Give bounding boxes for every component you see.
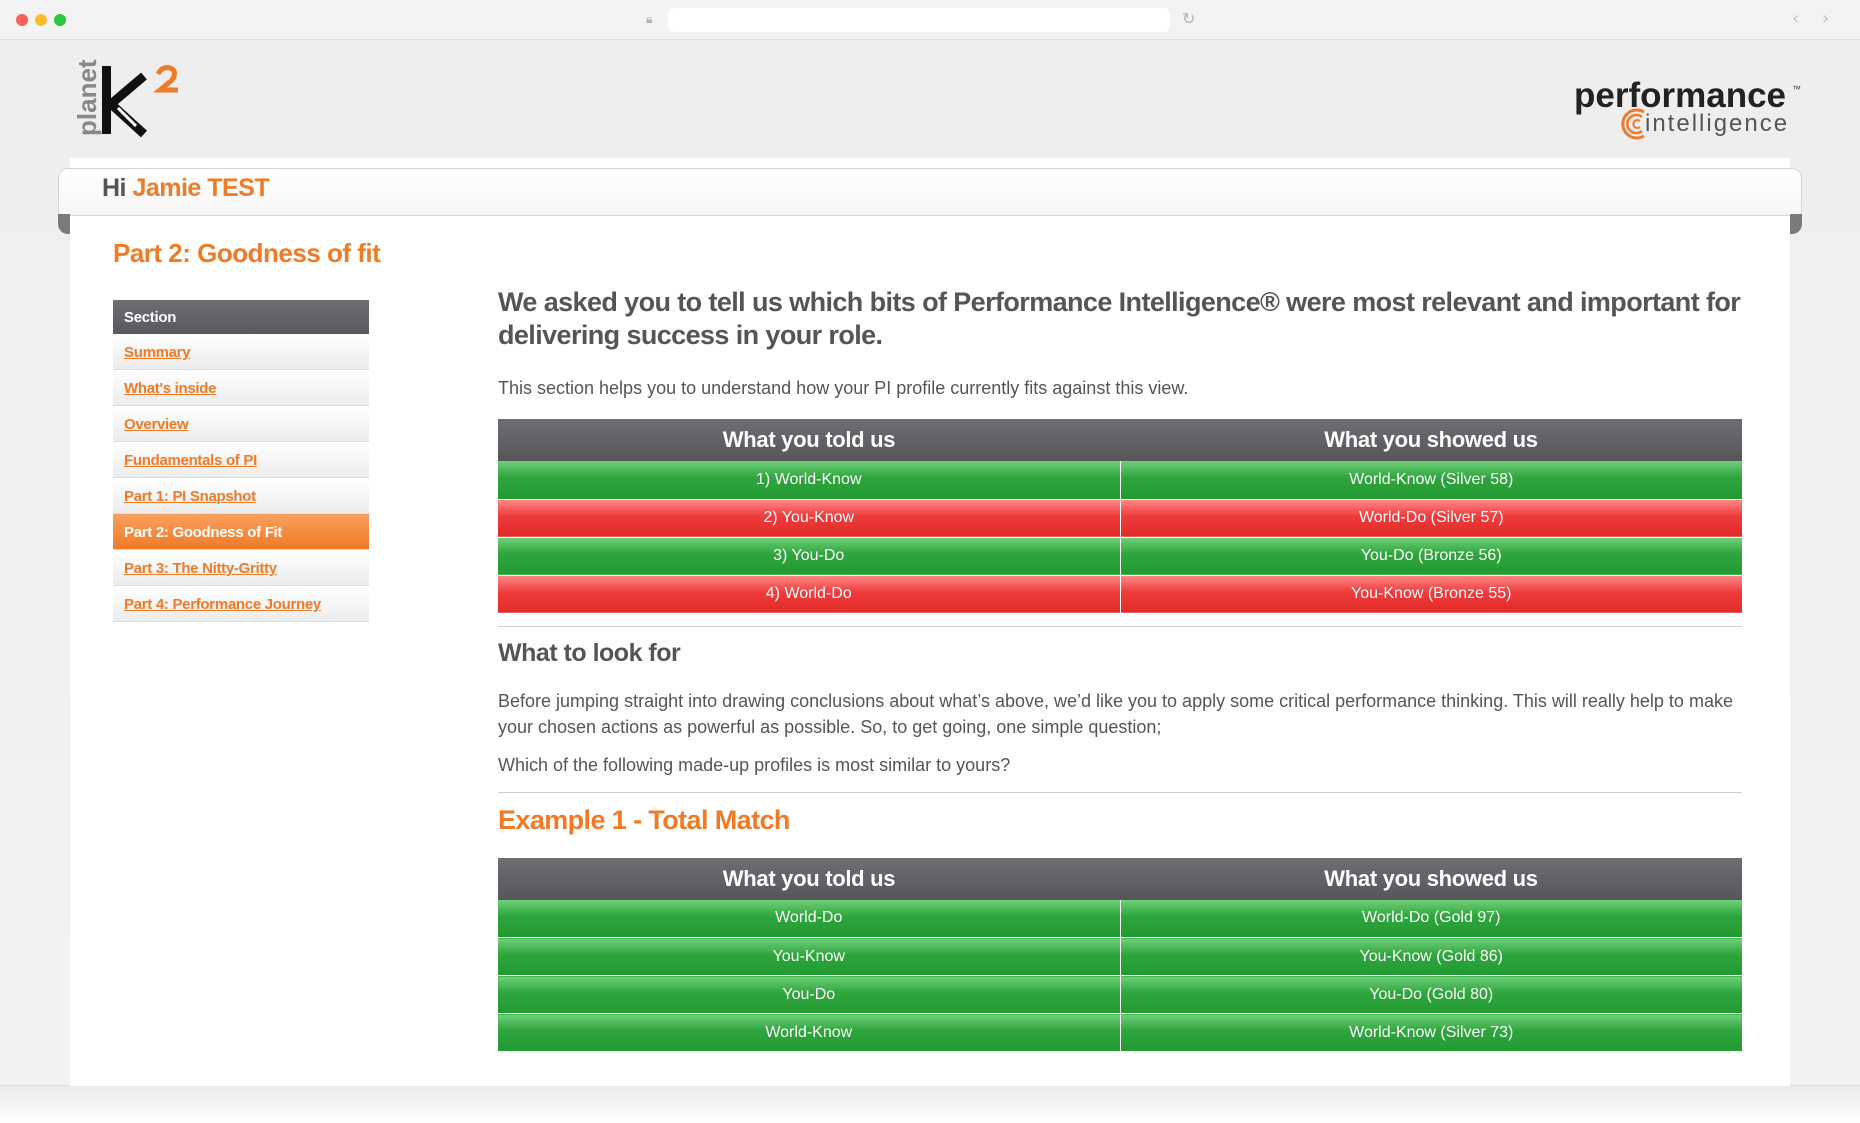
told-cell: You-Know <box>498 937 1121 976</box>
forward-icon[interactable]: › <box>1822 8 1829 29</box>
sidebar-item-part-4[interactable]: Part 4: Performance Journey <box>113 586 369 622</box>
showed-cell: You-Know (Gold 86) <box>1120 937 1742 976</box>
what-to-look-for-heading: What to look for <box>498 638 681 667</box>
table-row: You-Do You-Do (Gold 80) <box>498 975 1742 1014</box>
divider <box>498 625 1742 627</box>
k2-logo <box>102 65 178 138</box>
table-row: World-Do World-Do (Gold 97) <box>498 899 1742 938</box>
showed-cell: World-Know (Silver 58) <box>1120 461 1742 500</box>
minimize-window-button[interactable] <box>35 14 47 26</box>
column-header: What you told us <box>498 857 1120 900</box>
told-cell: World-Know <box>498 1013 1121 1052</box>
showed-cell: World-Do (Silver 57) <box>1120 499 1742 538</box>
back-icon[interactable]: ‹ <box>1792 8 1799 29</box>
sidebar-item-part-3[interactable]: Part 3: The Nitty-Gritty <box>113 550 369 586</box>
sidebar-item-label[interactable]: Part 3: The Nitty-Gritty <box>124 560 277 577</box>
example-1-title: Example 1 - Total Match <box>498 804 790 835</box>
greeting-hi: Hi <box>102 174 127 202</box>
greeting-bar <box>58 168 1802 216</box>
sidebar-item-label[interactable]: Part 2: Goodness of Fit <box>124 524 282 541</box>
table-row: World-Know World-Know (Silver 73) <box>498 1013 1742 1052</box>
lead-heading: We asked you to tell us which bits of Pe… <box>498 287 1741 350</box>
sidebar-item-overview[interactable]: Overview <box>113 406 369 442</box>
example-1-table: What you told us What you showed us Worl… <box>498 857 1742 1052</box>
told-cell: 1) World-Know <box>498 461 1121 500</box>
showed-cell: World-Know (Silver 73) <box>1120 1013 1742 1052</box>
told-cell: World-Do <box>498 899 1121 938</box>
section-sidebar: Section Summary What's inside Overview F… <box>113 300 369 622</box>
showed-cell: You-Do (Bronze 56) <box>1120 537 1742 576</box>
sidebar-item-label[interactable]: What's inside <box>124 380 216 397</box>
sidebar-item-summary[interactable]: Summary <box>113 334 369 370</box>
column-header: What you told us <box>498 419 1120 461</box>
brand-intelligence: intelligence <box>1645 110 1790 137</box>
browser-toolbar: 🔒︎ ↻ ‹ › <box>0 0 1860 40</box>
address-bar[interactable] <box>668 8 1170 32</box>
table-row: 1) World-Know World-Know (Silver 58) <box>498 461 1742 500</box>
fit-table: What you told us What you showed us 1) W… <box>498 419 1742 614</box>
showed-cell: You-Do (Gold 80) <box>1120 975 1742 1014</box>
page-title: Part 2: Goodness of fit <box>113 238 381 268</box>
told-cell: 3) You-Do <box>498 537 1121 576</box>
main-content: We asked you to tell us which bits of Pe… <box>498 286 1742 1052</box>
sidebar-item-label[interactable]: Fundamentals of PI <box>124 452 257 469</box>
user-name: Jamie TEST <box>132 174 270 202</box>
divider <box>498 791 1742 793</box>
sidebar-heading: Section <box>113 300 369 334</box>
table-row: 3) You-Do You-Do (Bronze 56) <box>498 537 1742 576</box>
maximize-window-button[interactable] <box>54 14 66 26</box>
column-header: What you showed us <box>1120 419 1742 461</box>
told-cell: 2) You-Know <box>498 499 1121 538</box>
table-row: 4) World-Do You-Know (Bronze 55) <box>498 575 1742 614</box>
brand-trademark: ™ <box>1792 84 1801 94</box>
sidebar-item-part-1[interactable]: Part 1: PI Snapshot <box>113 478 369 514</box>
table-row: 2) You-Know World-Do (Silver 57) <box>498 499 1742 538</box>
sidebar-item-label[interactable]: Overview <box>124 416 189 433</box>
intro-text: This section helps you to understand how… <box>498 378 1189 398</box>
told-cell: You-Do <box>498 975 1121 1014</box>
sidebar-item-label[interactable]: Summary <box>124 344 191 361</box>
question-text: Which of the following made-up profiles … <box>498 754 1011 775</box>
close-window-button[interactable] <box>16 14 28 26</box>
sidebar-item-label[interactable]: Part 1: PI Snapshot <box>124 488 256 505</box>
sidebar-item-label[interactable]: Part 4: Performance Journey <box>124 596 321 613</box>
told-cell: 4) World-Do <box>498 575 1121 614</box>
page-footer-shadow <box>0 1086 1860 1123</box>
showed-cell: You-Know (Bronze 55) <box>1120 575 1742 614</box>
greeting: Hi Jamie TEST <box>102 174 270 203</box>
lock-icon: 🔒︎ <box>646 12 653 26</box>
column-header: What you showed us <box>1120 857 1742 900</box>
reload-icon[interactable]: ↻ <box>1182 9 1195 28</box>
table-row: You-Know You-Know (Gold 86) <box>498 937 1742 976</box>
sidebar-item-fundamentals[interactable]: Fundamentals of PI <box>113 442 369 478</box>
showed-cell: World-Do (Gold 97) <box>1120 899 1742 938</box>
sidebar-item-whats-inside[interactable]: What's inside <box>113 370 369 406</box>
sidebar-item-part-2[interactable]: Part 2: Goodness of Fit <box>113 514 369 550</box>
look-for-paragraph: Before jumping straight into drawing con… <box>498 690 1733 737</box>
